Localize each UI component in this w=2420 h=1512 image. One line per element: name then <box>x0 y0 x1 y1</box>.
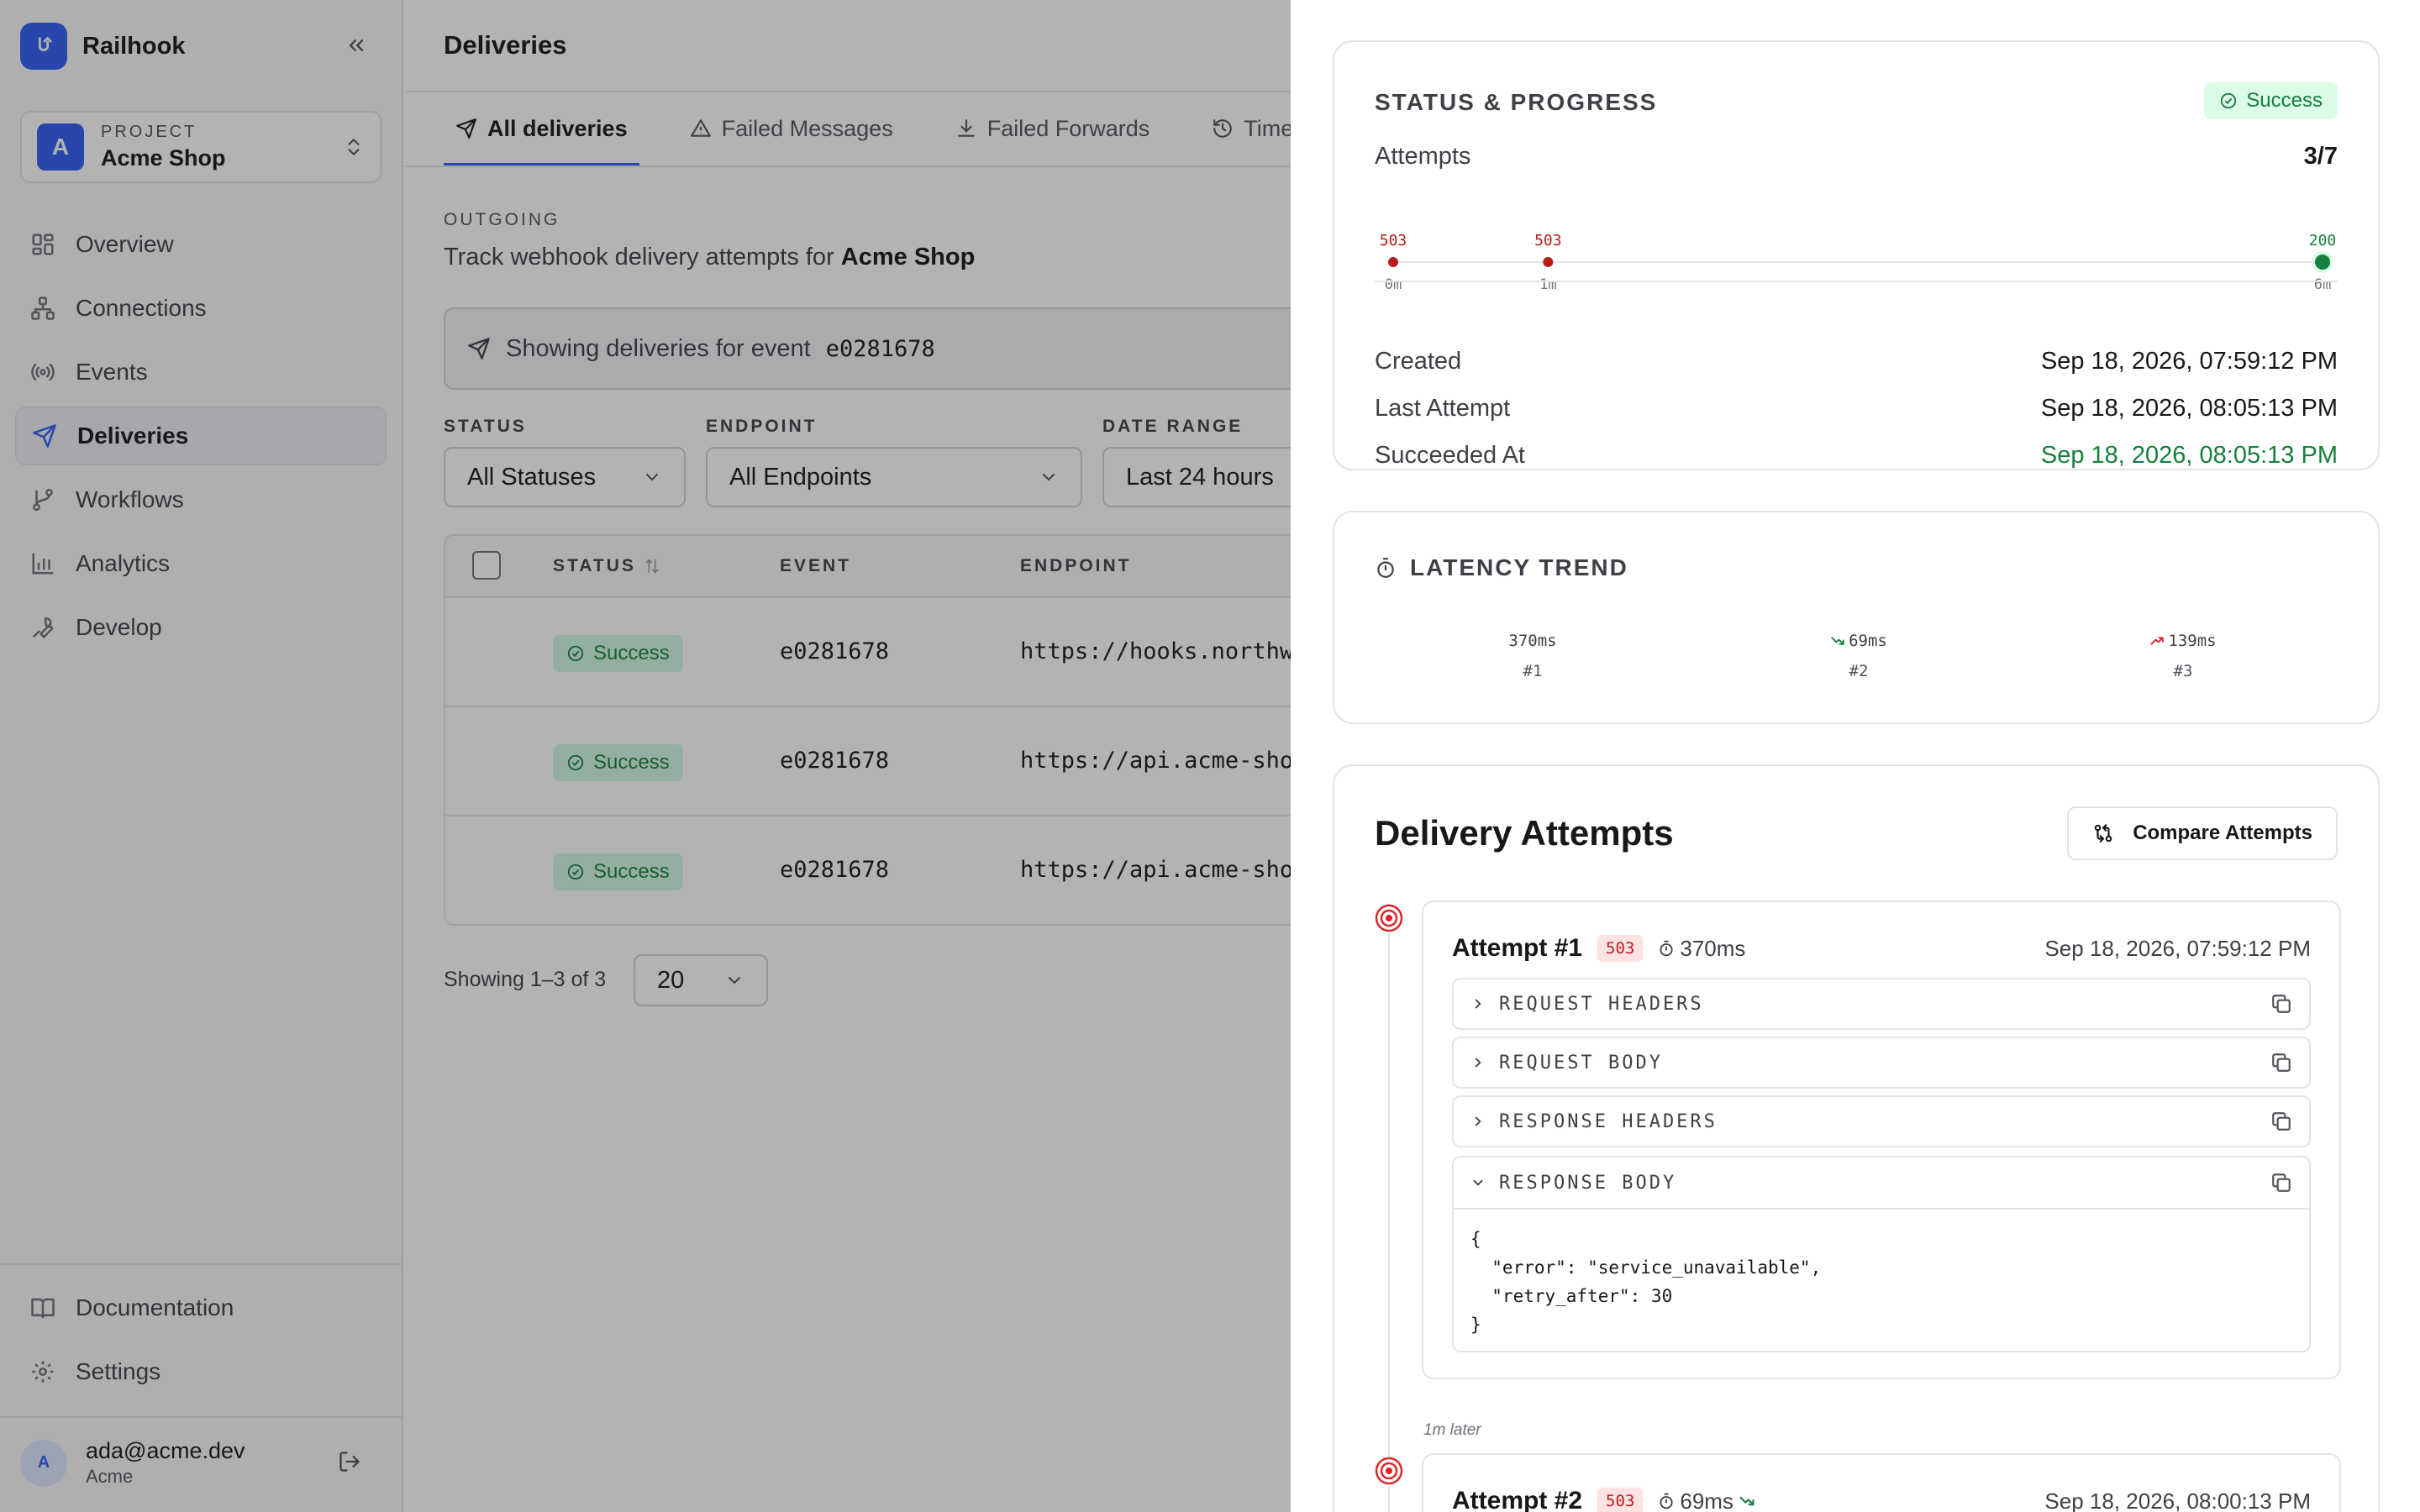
request-headers-section[interactable]: REQUEST HEADERS <box>1452 978 2311 1030</box>
failed-target-icon <box>1375 1457 1403 1485</box>
compare-icon <box>2092 822 2114 844</box>
response-body-code: { "error": "service_unavailable", "retry… <box>1470 1229 1822 1335</box>
response-body-section: RESPONSE BODY { "error": "service_unavai… <box>1452 1156 2311 1352</box>
timeline-code: 503 <box>1380 232 1407 249</box>
latency-label: #2 <box>1849 662 1869 680</box>
attempt-gap-label: 1m later <box>1423 1421 1481 1439</box>
timeline-code: 503 <box>1534 232 1562 249</box>
attempt-name: Attempt #2 <box>1452 1487 1583 1512</box>
trend-down-icon <box>1830 633 1845 648</box>
detail-last-attempt: Last Attempt Sep 18, 2026, 08:05:13 PM <box>1375 395 2338 423</box>
timeline-time: 6m <box>2314 276 2331 293</box>
latency-item: 370ms #1 <box>1465 632 1600 680</box>
delivery-attempts-title: Delivery Attempts <box>1375 813 1674 853</box>
latency-trend-card: LATENCY TREND 370ms #1 69ms #2 139ms #3 <box>1333 511 2380 724</box>
latency-title-text: LATENCY TREND <box>1410 554 1628 580</box>
modal-backdrop[interactable] <box>0 0 1291 1512</box>
compare-label: Compare Attempts <box>2133 822 2312 844</box>
timeline-time: 0m <box>1385 276 1402 293</box>
attempt-duration: 370ms <box>1658 936 1745 962</box>
detail-key: Created <box>1375 348 1462 375</box>
attempts-count: 3/7 <box>2303 143 2338 170</box>
latency-label: #3 <box>2173 662 2193 680</box>
timeline-point <box>2315 255 2330 270</box>
attempt-card: Attempt #1 503 370ms Sep 18, 2026, 07:59… <box>1422 900 2341 1379</box>
attempt-duration: 69ms <box>1658 1488 1755 1512</box>
check-circle-icon <box>2219 92 2238 110</box>
status-badge: Success <box>2204 82 2338 119</box>
chevron-down-icon <box>1470 1175 1486 1190</box>
chevron-right-icon <box>1470 1055 1486 1070</box>
section-label: RESPONSE HEADERS <box>1499 1110 1718 1132</box>
timeline-time: 1m <box>1539 276 1556 293</box>
copy-icon[interactable] <box>2270 1052 2292 1074</box>
detail-value: Sep 18, 2026, 08:05:13 PM <box>2040 395 2338 422</box>
delivery-detail-panel: STATUS & PROGRESS Success Attempts 3/7 5… <box>1291 0 2420 1512</box>
latency-item: 69ms #2 <box>1791 632 1926 680</box>
section-label: REQUEST BODY <box>1499 1052 1663 1074</box>
chevron-right-icon <box>1470 1114 1486 1129</box>
stopwatch-icon <box>1658 940 1675 957</box>
status-text: Success <box>2246 89 2323 112</box>
copy-icon[interactable] <box>2270 1172 2292 1194</box>
status-progress-title: STATUS & PROGRESS <box>1375 89 1658 115</box>
latency-trend-title: LATENCY TREND <box>1375 554 1628 581</box>
latency-item: 139ms #3 <box>2116 632 2250 680</box>
detail-value: Sep 18, 2026, 07:59:12 PM <box>2040 348 2338 375</box>
detail-created: Created Sep 18, 2026, 07:59:12 PM <box>1375 348 2338 375</box>
attempt-name: Attempt #1 <box>1452 934 1583 962</box>
duration-text: 69ms <box>1680 1488 1733 1512</box>
latency-label: #1 <box>1523 662 1543 680</box>
stopwatch-icon <box>1375 557 1397 579</box>
latency-value: 370ms <box>1508 632 1557 650</box>
trend-down-icon <box>1739 1493 1755 1509</box>
timeline-point <box>1543 257 1554 267</box>
details-divider <box>1375 281 2338 282</box>
attempt-time: Sep 18, 2026, 07:59:12 PM <box>2044 936 2311 961</box>
response-body-header[interactable]: RESPONSE BODY <box>1454 1158 2309 1210</box>
duration-text: 370ms <box>1680 935 1746 961</box>
request-body-section[interactable]: REQUEST BODY <box>1452 1037 2311 1089</box>
timeline-point <box>1388 257 1398 267</box>
detail-key: Succeeded At <box>1375 442 1525 469</box>
attempts-rail <box>1388 931 1390 1512</box>
detail-succeeded-at: Succeeded At Sep 18, 2026, 08:05:13 PM <box>1375 442 2338 470</box>
copy-icon[interactable] <box>2270 993 2292 1015</box>
section-label: RESPONSE BODY <box>1499 1172 1677 1194</box>
attempt-card: Attempt #2 503 69ms Sep 18, 2026, 08:00:… <box>1422 1453 2341 1512</box>
trend-up-icon <box>2149 633 2165 648</box>
chevron-right-icon <box>1470 996 1486 1011</box>
detail-value: Sep 18, 2026, 08:05:13 PM <box>2040 442 2338 469</box>
compare-attempts-button[interactable]: Compare Attempts <box>2067 806 2338 860</box>
detail-key: Last Attempt <box>1375 395 1511 422</box>
stopwatch-icon <box>1658 1493 1675 1509</box>
delivery-attempts-card: Delivery Attempts Compare Attempts Attem… <box>1333 764 2380 1512</box>
copy-icon[interactable] <box>2270 1110 2292 1132</box>
status-code-badge: 503 <box>1597 1488 1644 1512</box>
status-progress-card: STATUS & PROGRESS Success Attempts 3/7 5… <box>1333 40 2380 470</box>
response-headers-section[interactable]: RESPONSE HEADERS <box>1452 1095 2311 1147</box>
latency-value: 69ms <box>1849 632 1887 650</box>
latency-value: 139ms <box>2168 632 2217 650</box>
timeline-code: 200 <box>2309 232 2337 249</box>
attempts-label: Attempts <box>1375 143 1471 170</box>
failed-target-icon <box>1375 904 1403 932</box>
attempt-time: Sep 18, 2026, 08:00:13 PM <box>2044 1488 2311 1512</box>
section-label: REQUEST HEADERS <box>1499 993 1704 1015</box>
status-code-badge: 503 <box>1597 935 1644 962</box>
